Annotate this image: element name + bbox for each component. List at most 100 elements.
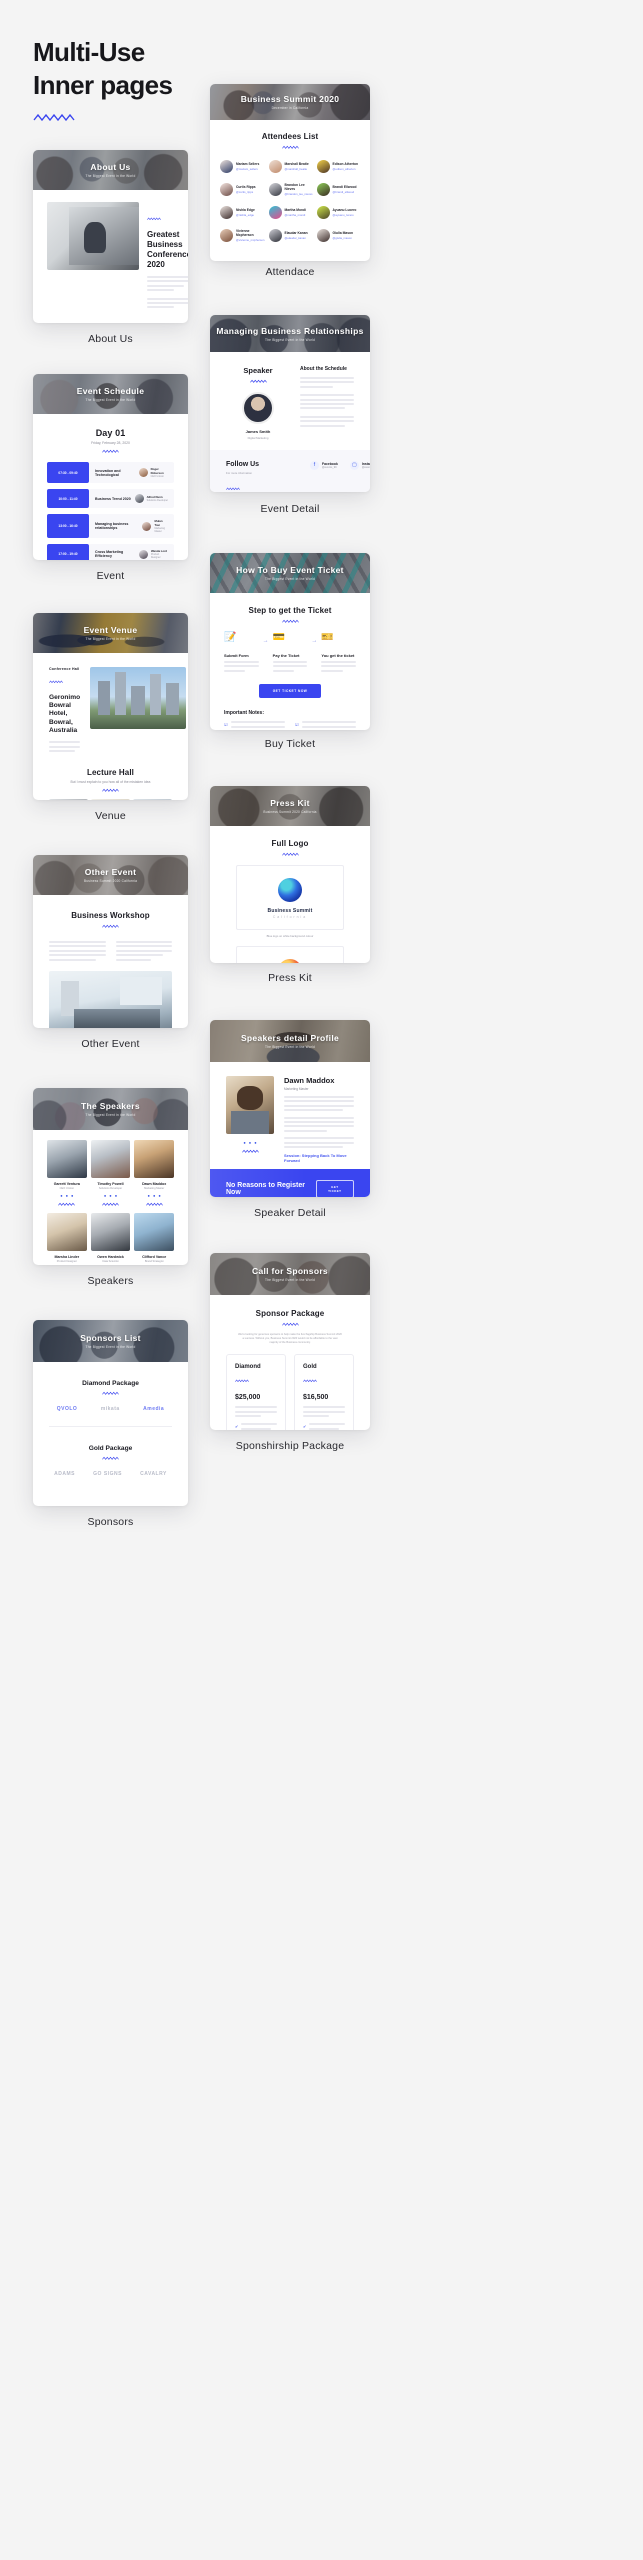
card-speaker-detail[interactable]: Speakers detail Profile The Biggest Even… xyxy=(210,1020,370,1197)
session-role: Solutions Developer xyxy=(146,499,168,502)
zigzag-accent-icon xyxy=(147,217,161,221)
attendee-item[interactable]: Martha Mondi @martha_mondi xyxy=(268,206,313,220)
venue-thumb[interactable] xyxy=(91,799,130,800)
speaker-card[interactable]: Marsha Linder Product Designer xyxy=(47,1213,87,1263)
instagram-icon[interactable]: ● xyxy=(158,1193,160,1198)
speaker-socials[interactable]: ● ● ● xyxy=(91,1193,131,1198)
attendee-item[interactable]: Brandon Lee Nieves @brandon_lee_nieves xyxy=(268,183,313,196)
speakers-hero: The Speakers The Biggest Event in the Wo… xyxy=(33,1088,188,1130)
step-item: 📝 Submit Form xyxy=(224,632,259,674)
card-about-us[interactable]: About Us The Biggest Event in the World … xyxy=(33,150,188,323)
package-grid: Diamond $25,000 ✔ ✔ ✔ ✔ Availability: 2 … xyxy=(210,1344,370,1430)
package-diamond[interactable]: Diamond $25,000 ✔ ✔ ✔ ✔ Availability: 2 … xyxy=(226,1354,286,1430)
avatar xyxy=(268,229,282,243)
speaker-socials[interactable]: ● ● ● xyxy=(47,1193,87,1198)
step-item: 🎫 You get the ticket xyxy=(321,632,357,674)
twitter-icon[interactable]: ● xyxy=(153,1193,155,1198)
speaker-card[interactable]: Clifford Vance Brand Strategist xyxy=(134,1213,174,1263)
card-press-kit[interactable]: Press Kit Business Summit 2020 Californi… xyxy=(210,786,370,963)
globe-logo-icon xyxy=(278,959,302,963)
note-item: ☑ xyxy=(295,721,356,730)
globe-logo-icon xyxy=(278,878,302,902)
social-link-facebook[interactable]: f Facebook @events_99 xyxy=(310,460,338,470)
schedule-row[interactable]: 10:00 - 11:40 Business Trend 2020 Alfred… xyxy=(47,489,174,508)
note-item: ☑ xyxy=(224,721,285,730)
speaker-card[interactable]: Dawn Maddox Marketing Master ● ● ● xyxy=(134,1140,174,1207)
attendee-name: Edison Atherton xyxy=(332,161,359,166)
attendees-list-title: Attendees List xyxy=(261,132,319,141)
schedule-row[interactable]: 07:30 - 09:40 Innovation and Technologic… xyxy=(47,462,174,483)
card-event[interactable]: Event Schedule The Biggest Event in the … xyxy=(33,374,188,560)
speaker-role: Product Designer xyxy=(56,1260,77,1263)
diamond-sponsor-logos: QVOLO mikata Amedia xyxy=(33,1396,188,1422)
instagram-icon[interactable]: ● xyxy=(254,1140,256,1145)
card-venue[interactable]: Event Venue The Biggest Event in the Wor… xyxy=(33,613,188,800)
venue-thumb[interactable] xyxy=(133,799,172,800)
twitter-icon[interactable]: ● xyxy=(249,1140,251,1145)
twitter-icon[interactable]: ● xyxy=(66,1193,68,1198)
sponsor-logo: GO SIGNS xyxy=(93,1471,122,1477)
card-speakers[interactable]: The Speakers The Biggest Event in the Wo… xyxy=(33,1088,188,1265)
attendee-item[interactable]: Elaudar Kanan @elaudar_kanan xyxy=(268,229,313,243)
attendee-item[interactable]: Giulia Mason @giulia_mason xyxy=(316,229,360,243)
zigzag-accent-icon xyxy=(235,1379,249,1383)
speaker-socials[interactable]: ● ● ● xyxy=(226,1140,274,1145)
instagram-icon[interactable]: ● xyxy=(115,1193,117,1198)
speaker-socials[interactable]: ● ● ● xyxy=(134,1193,174,1198)
check-icon: ☑ xyxy=(295,722,299,728)
social-link-instagram[interactable]: ▢ Instagram @events_ic xyxy=(349,460,370,470)
card-event-detail[interactable]: Managing Business Relationships The Bigg… xyxy=(210,315,370,492)
attendee-item[interactable]: Ayuanu Lucero @ayuanu_lucero xyxy=(316,206,360,220)
avatar xyxy=(268,206,282,220)
ticket-icon: 🎫 xyxy=(321,632,334,643)
attendee-item[interactable]: Vivienne Mcpherson @vivienne_mcpherson xyxy=(220,229,265,242)
attendee-item[interactable]: Mariam Sellers @mariam_sellers xyxy=(220,160,265,173)
sponsors-hero-sub: The Biggest Event in the World xyxy=(85,1345,136,1349)
session-time: 07:30 - 09:40 xyxy=(47,462,89,483)
avatar xyxy=(220,206,233,220)
attendee-handle: @nishla_edge xyxy=(236,213,254,218)
about-hero: About Us The Biggest Event in the World xyxy=(33,150,188,190)
attendee-item[interactable]: Nishla Edge @nishla_edge xyxy=(220,206,265,220)
attendee-item[interactable]: Brandi Ellwood @brandi_ellwood xyxy=(316,183,360,197)
speaker-photo xyxy=(90,1140,131,1178)
get-ticket-button[interactable]: GET TICKET xyxy=(315,1179,354,1197)
speaker-photo xyxy=(90,1213,131,1251)
speaker-card[interactable]: Owen Hardwick Data Scientist xyxy=(90,1213,131,1263)
schedule-row[interactable]: 17:00 - 19:40 Cross Marketing Efficiency… xyxy=(47,544,174,560)
caption-about-us: About Us xyxy=(88,333,133,345)
step-item: 💳 Pay the Ticket xyxy=(272,632,308,674)
zigzag-accent-icon xyxy=(249,379,267,383)
facebook-icon[interactable]: ● xyxy=(243,1140,245,1145)
venue-thumb[interactable] xyxy=(49,799,88,800)
facebook-icon[interactable]: ● xyxy=(148,1193,150,1198)
divider xyxy=(49,1426,172,1427)
facebook-icon[interactable]: ● xyxy=(60,1193,62,1198)
attendee-item[interactable]: Edison Atherton @edison_atherton xyxy=(316,160,360,173)
facebook-icon[interactable]: ● xyxy=(104,1193,106,1198)
instagram-icon[interactable]: ● xyxy=(71,1193,73,1198)
logo-sub: California xyxy=(272,915,308,919)
arrow-right-icon: → xyxy=(262,638,269,644)
speaker-name: Dawn Maddox xyxy=(142,1182,167,1186)
speaker-card[interactable]: Timothy Powell Solutions Developer ● ● ● xyxy=(90,1140,131,1207)
attendee-item[interactable]: Curtis Ripps @curtis_ripps xyxy=(220,183,265,197)
event-hero: Event Schedule The Biggest Event in the … xyxy=(33,374,188,414)
attendee-item[interactable]: Marshall Beatie @marshall_beatie xyxy=(268,160,313,173)
check-circle-icon: ✔ xyxy=(303,1423,307,1429)
package-gold[interactable]: Gold $16,500 ✔ ✔ ✔ ✔ Availability: 4 slo… xyxy=(294,1354,354,1430)
card-sponsorship[interactable]: Call for Sponsors The Biggest Event in t… xyxy=(210,1253,370,1430)
logo-caption: Blue logo on white background colour xyxy=(266,934,314,938)
card-sponsors[interactable]: Sponsors List The Biggest Event in the W… xyxy=(33,1320,188,1506)
attendee-name: Martha Mondi xyxy=(284,208,306,213)
twitter-icon[interactable]: ● xyxy=(109,1193,111,1198)
get-ticket-now-button[interactable]: GET TICKET NOW xyxy=(258,684,322,699)
social-name: Instagram xyxy=(361,461,370,466)
card-attendance[interactable]: Business Summit 2020 December in Califor… xyxy=(210,84,370,261)
card-buy-ticket[interactable]: How To Buy Event Ticket The Biggest Even… xyxy=(210,553,370,730)
venue-thumbnails xyxy=(33,793,188,800)
other-event-hero-title: Other Event xyxy=(84,867,137,877)
card-other-event[interactable]: Other Event Business Summit 2020 Califor… xyxy=(33,855,188,1028)
speaker-card[interactable]: Garrett Ventura CEO Unicon ● ● ● xyxy=(47,1140,87,1207)
schedule-row[interactable]: 13:00 - 16:40 Managing business relation… xyxy=(47,514,174,538)
